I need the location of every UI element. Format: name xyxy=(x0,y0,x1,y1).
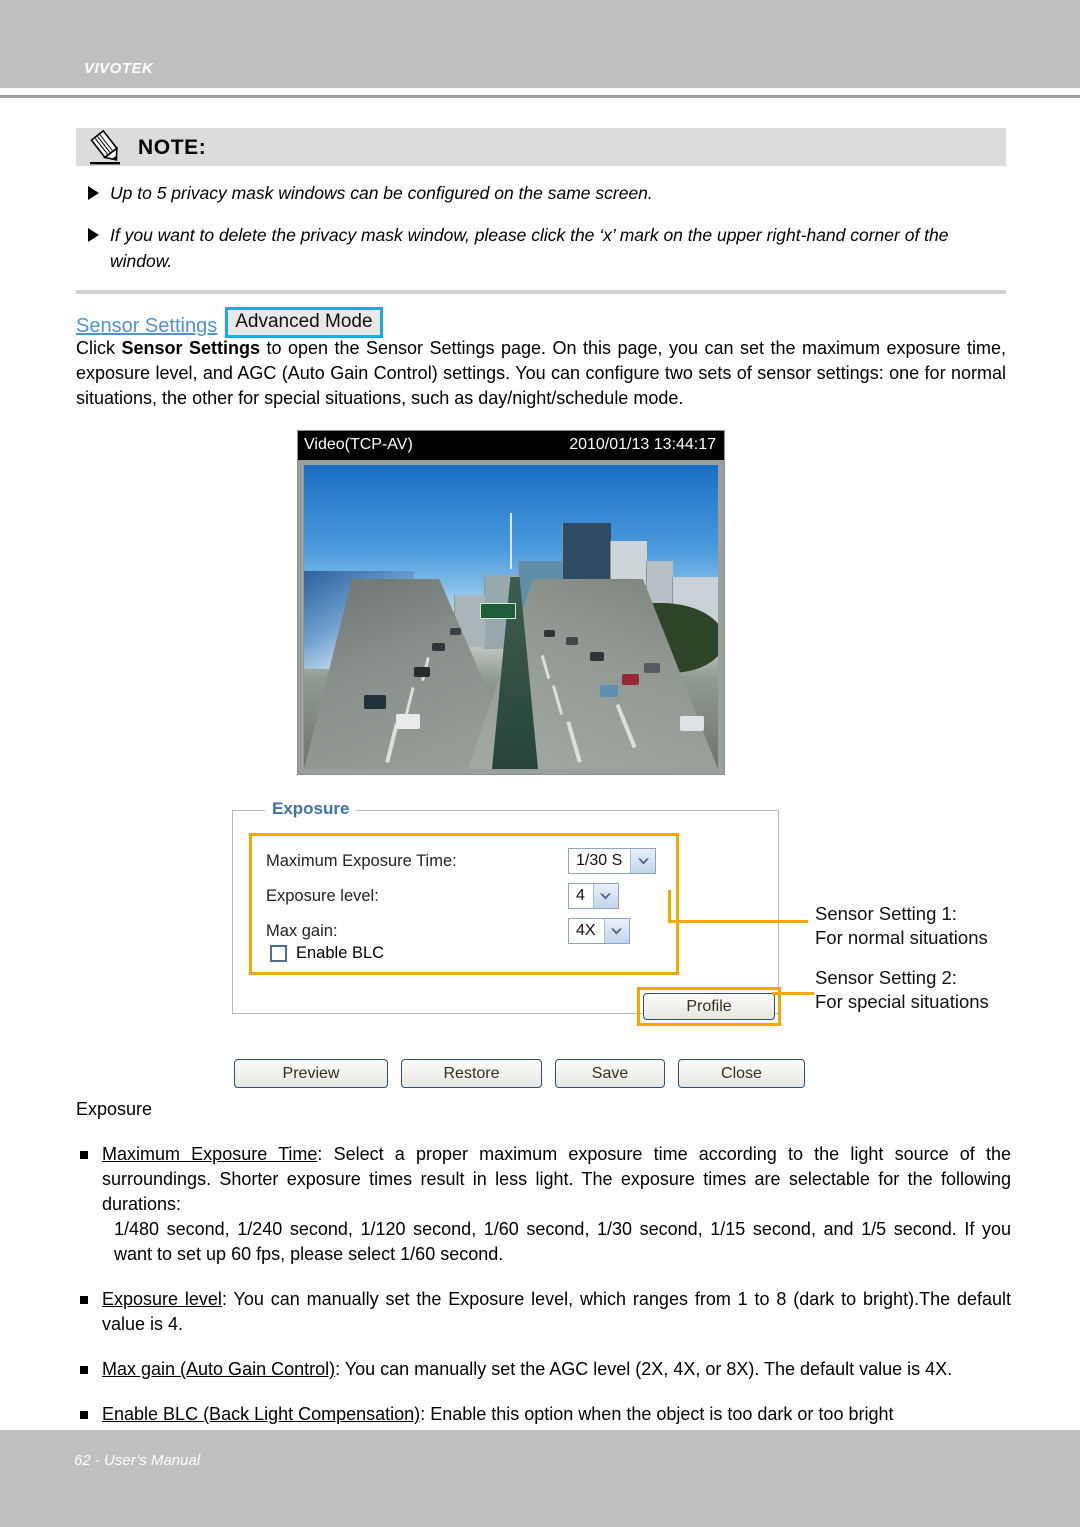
max-exposure-time-select[interactable]: 1/30 S xyxy=(568,848,657,874)
chevron-down-icon xyxy=(592,884,618,908)
field-row-exposure-level: Exposure level: 4 xyxy=(252,879,676,914)
bullet-term: Enable BLC (Back Light Compensation) xyxy=(102,1404,421,1424)
sensor-setting-2-group: Profile xyxy=(637,987,781,1026)
exposure-legend: Exposure xyxy=(265,799,357,819)
bullet-enable-blc: Enable BLC (Back Light Compensation): En… xyxy=(76,1402,1011,1427)
video-timestamp: 2010/01/13 13:44:17 xyxy=(569,436,716,453)
video-frame[interactable] xyxy=(298,460,724,774)
exposure-level-select[interactable]: 4 xyxy=(568,883,619,909)
bullet-term: Exposure level xyxy=(102,1289,222,1309)
page-header-band: VIVOTEK xyxy=(0,0,1080,88)
bullet-term: Maximum Exposure Time xyxy=(102,1144,318,1164)
square-bullet-icon xyxy=(80,1151,88,1159)
video-status-bar: Video(TCP-AV) 2010/01/13 13:44:17 xyxy=(298,431,724,460)
save-button[interactable]: Save xyxy=(555,1059,665,1088)
annotation-setting2-line2: For special situations xyxy=(815,991,989,1012)
page-footer-band: 62 - User’s Manual xyxy=(0,1430,1080,1527)
note-bottom-rule xyxy=(76,290,1006,294)
exposure-subheading: Exposure xyxy=(76,1099,153,1119)
pencil-icon xyxy=(90,130,120,165)
bullet-text: : You can manually set the Exposure leve… xyxy=(102,1289,1011,1334)
max-exposure-time-label: Maximum Exposure Time: xyxy=(266,852,457,870)
preview-button[interactable]: Preview xyxy=(234,1059,388,1088)
note-item: Up to 5 privacy mask windows can be conf… xyxy=(76,180,1006,206)
exposure-level-label: Exposure level: xyxy=(266,887,379,905)
highway-sign xyxy=(480,603,516,619)
video-stream-title: Video(TCP-AV) xyxy=(304,436,413,453)
triangle-bullet-icon xyxy=(88,228,99,242)
vivotek-logo: VIVOTEK xyxy=(84,60,154,77)
sensor-setting-1-group: Maximum Exposure Time: 1/30 S Exposure l… xyxy=(249,833,679,975)
annotation-setting1-line2: For normal situations xyxy=(815,927,988,948)
video-preview: Video(TCP-AV) 2010/01/13 13:44:17 xyxy=(297,430,725,775)
enable-blc-row[interactable]: Enable BLC xyxy=(270,944,384,963)
leader-line-setting-2 xyxy=(772,992,814,995)
bullet-text: : You can manually set the AGC level (2X… xyxy=(335,1359,953,1379)
close-button[interactable]: Close xyxy=(678,1059,805,1088)
enable-blc-label: Enable BLC xyxy=(296,944,385,962)
note-header: NOTE: xyxy=(76,128,1006,166)
chevron-down-icon xyxy=(630,849,656,873)
camera-scene-image xyxy=(304,465,718,769)
advanced-mode-badge: Advanced Mode xyxy=(225,307,383,338)
enable-blc-checkbox[interactable] xyxy=(270,945,287,962)
chevron-down-icon xyxy=(603,919,629,943)
bullet-extra: 1/480 second, 1/240 second, 1/120 second… xyxy=(114,1219,1011,1264)
max-gain-select[interactable]: 4X xyxy=(568,918,630,944)
triangle-bullet-icon xyxy=(88,186,99,200)
section-heading: Sensor Settings Advanced Mode xyxy=(76,307,383,338)
leader-line-setting-1 xyxy=(668,920,808,923)
exposure-settings-panel: Exposure Maximum Exposure Time: 1/30 S E… xyxy=(232,799,781,1026)
note-body: Up to 5 privacy mask windows can be conf… xyxy=(76,166,1006,274)
bullet-text: : Enable this option when the object is … xyxy=(420,1404,894,1424)
paragraph-prefix: Click xyxy=(76,338,122,358)
annotation-sensor-setting-1: Sensor Setting 1: For normal situations xyxy=(815,902,988,950)
sensor-settings-link[interactable]: Sensor Settings xyxy=(76,314,217,338)
note-item-text: If you want to delete the privacy mask w… xyxy=(110,225,949,271)
bullet-max-gain: Max gain (Auto Gain Control): You can ma… xyxy=(76,1357,1011,1382)
note-item-text: Up to 5 privacy mask windows can be conf… xyxy=(110,183,653,203)
note-box: NOTE: Up to 5 privacy mask windows can b… xyxy=(76,128,1006,294)
profile-button[interactable]: Profile xyxy=(643,993,775,1020)
note-title: NOTE: xyxy=(138,136,207,159)
bullet-max-exposure-time: Maximum Exposure Time: Select a proper m… xyxy=(76,1142,1011,1267)
section-paragraph: Click Sensor Settings to open the Sensor… xyxy=(76,336,1006,411)
max-gain-value: 4X xyxy=(576,922,596,939)
exposure-level-value: 4 xyxy=(576,887,585,904)
page-number-label: 62 - User’s Manual xyxy=(74,1452,201,1469)
bullet-exposure-level: Exposure level: You can manually set the… xyxy=(76,1287,1011,1337)
annotation-setting2-line1: Sensor Setting 2: xyxy=(815,967,957,988)
restore-button[interactable]: Restore xyxy=(401,1059,542,1088)
max-gain-label: Max gain: xyxy=(266,922,338,940)
leader-elbow-setting-1 xyxy=(668,890,671,923)
note-item: If you want to delete the privacy mask w… xyxy=(76,222,1006,274)
dialog-button-row: Preview Restore Save Close xyxy=(234,1059,805,1088)
square-bullet-icon xyxy=(80,1296,88,1304)
square-bullet-icon xyxy=(80,1366,88,1374)
max-exposure-time-value: 1/30 S xyxy=(576,852,623,869)
square-bullet-icon xyxy=(80,1411,88,1419)
lower-content: Exposure Maximum Exposure Time: Select a… xyxy=(76,1097,1011,1447)
paragraph-bold-term: Sensor Settings xyxy=(121,338,260,358)
header-divider xyxy=(0,95,1080,98)
field-row-max-exposure-time: Maximum Exposure Time: 1/30 S xyxy=(252,844,676,879)
bullet-term: Max gain (Auto Gain Control) xyxy=(102,1359,336,1379)
annotation-setting1-line1: Sensor Setting 1: xyxy=(815,903,957,924)
annotation-sensor-setting-2: Sensor Setting 2: For special situations xyxy=(815,966,989,1014)
